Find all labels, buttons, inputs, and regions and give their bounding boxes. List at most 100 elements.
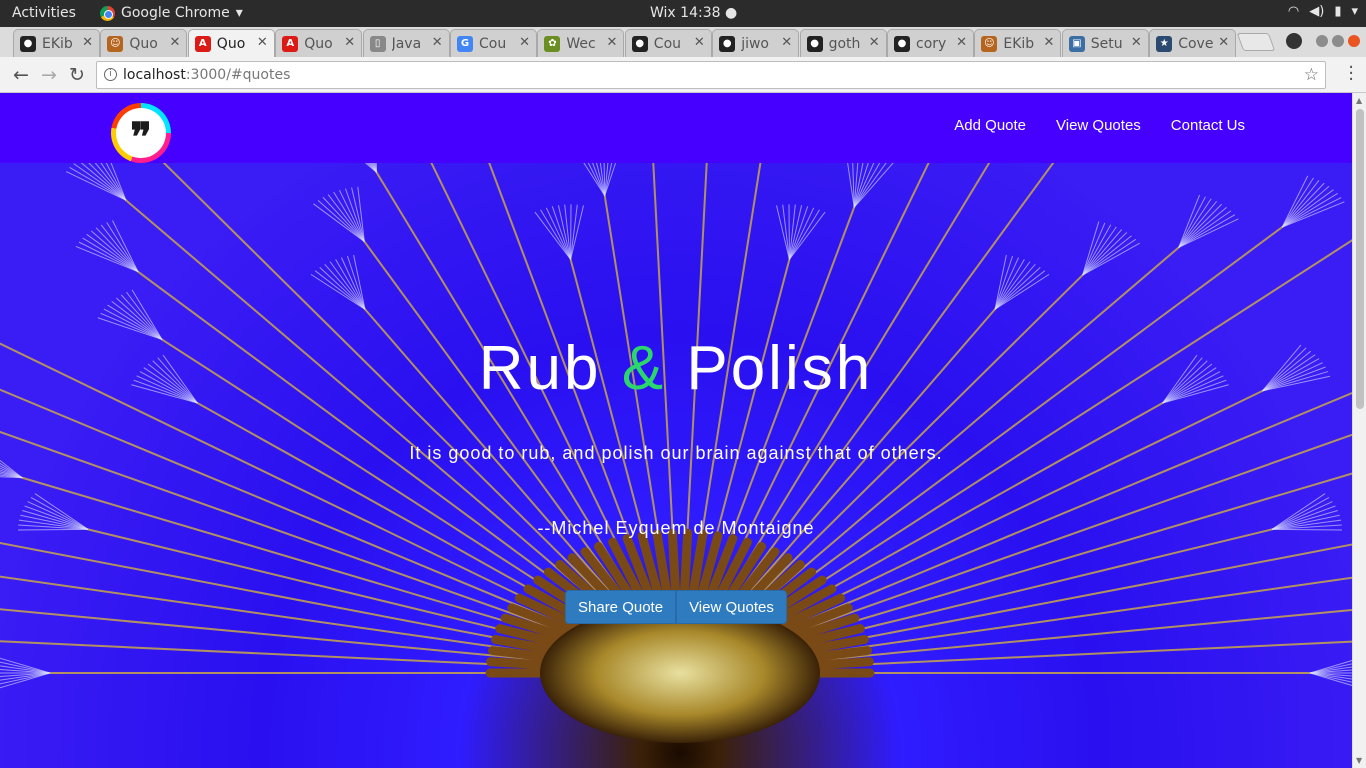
close-tab-icon[interactable]: ✕ [519, 35, 530, 50]
maximize-button[interactable] [1332, 35, 1344, 47]
tab-label: Quo [129, 35, 158, 52]
tab-label: EKib [42, 35, 73, 52]
github-icon: ● [719, 35, 736, 52]
bookmark-star-icon[interactable]: ☆ [1304, 62, 1319, 88]
url-host: localhost [123, 67, 186, 83]
browser-tab[interactable]: ☺ Quo ✕ [100, 29, 188, 57]
quote-mark-icon: ❞ [116, 108, 166, 158]
hero-content: Rub & Polish It is good to rub, and poli… [0, 163, 1352, 768]
browser-tab[interactable]: ● jiwo ✕ [712, 29, 800, 57]
hero-quote: It is good to rub, and polish our brain … [409, 443, 943, 463]
nav-contact-us[interactable]: Contact Us [1171, 117, 1245, 134]
scroll-down-icon[interactable]: ▼ [1356, 756, 1362, 765]
chevron-down-icon: ▾ [1351, 4, 1358, 19]
github-icon: ● [631, 35, 648, 52]
title-part-1: Rub [478, 334, 622, 403]
close-tab-icon[interactable]: ✕ [1043, 35, 1054, 50]
os-top-bar: Activities Google Chrome ▾ Wix 14:38 ● ◠… [0, 0, 1366, 27]
page-scrollbar[interactable]: ▲ ▼ [1352, 93, 1366, 768]
tab-label: Quo [216, 35, 246, 52]
close-window-button[interactable] [1348, 35, 1360, 47]
close-tab-icon[interactable]: ✕ [694, 35, 705, 50]
reload-icon[interactable]: ↻ [65, 63, 89, 87]
browser-tab[interactable]: A Quo ✕ [187, 29, 275, 57]
close-tab-icon[interactable]: ✕ [781, 35, 792, 50]
hero-author: --Michel Eyquem de Montaigne [537, 518, 815, 538]
browser-tab[interactable]: ● cory ✕ [887, 29, 974, 57]
share-quote-button[interactable]: Share Quote [565, 590, 677, 624]
browser-tab[interactable]: ▣ Setu ✕ [1061, 29, 1149, 57]
close-tab-icon[interactable]: ✕ [956, 35, 967, 50]
battery-icon: ▮ [1334, 4, 1342, 19]
close-tab-icon[interactable]: ✕ [1218, 35, 1229, 50]
view-quotes-button[interactable]: View Quotes [676, 590, 787, 624]
tab-label: jiwo [741, 35, 769, 52]
close-tab-icon[interactable]: ✕ [82, 35, 93, 50]
browser-tab[interactable]: G Cou ✕ [450, 29, 537, 57]
page-viewport: Rub & Polish It is good to rub, and poli… [0, 93, 1352, 768]
system-tray[interactable]: ◠ ◀) ▮ ▾ [1288, 4, 1358, 19]
window-controls [1286, 33, 1360, 49]
tab-label: Quo [304, 35, 333, 52]
browser-tab[interactable]: ★ Cove ✕ [1149, 29, 1237, 57]
browser-tab[interactable]: ● EKib ✕ [13, 29, 100, 57]
close-tab-icon[interactable]: ✕ [169, 35, 180, 50]
close-tab-icon[interactable]: ✕ [344, 35, 355, 50]
info-icon[interactable]: i [104, 68, 117, 81]
new-tab-button[interactable] [1236, 33, 1276, 51]
close-tab-icon[interactable]: ✕ [1131, 35, 1142, 50]
scrollbar-thumb[interactable] [1356, 109, 1364, 409]
github-icon: ● [894, 35, 910, 52]
hero-section: Rub & Polish It is good to rub, and poli… [0, 163, 1352, 768]
hero-title: Rub & Polish [0, 333, 1352, 404]
site-navbar: ❞ Add Quote View Quotes Contact Us [0, 93, 1352, 163]
nav-view-quotes[interactable]: View Quotes [1056, 117, 1141, 134]
scroll-up-icon[interactable]: ▲ [1356, 96, 1362, 105]
browser-toolbar: ← → ↻ i localhost:3000/#quotes ☆ · · · [0, 57, 1366, 93]
close-tab-icon[interactable]: ✕ [432, 35, 443, 50]
image-icon: ▣ [1068, 35, 1085, 52]
tab-label: Cove [1178, 35, 1214, 52]
app-menu[interactable]: Google Chrome ▾ [100, 5, 243, 21]
github-icon: ● [20, 35, 36, 52]
tab-strip: ● EKib ✕ ☺ Quo ✕ A Quo ✕ A Quo ✕ ▯ Java ✕ G Cou ✕ ✿ Wec ✕ ● Co… [0, 27, 1366, 57]
volume-icon: ◀) [1309, 4, 1325, 19]
angular-icon: A [194, 35, 211, 52]
back-arrow-icon[interactable]: ← [9, 63, 33, 87]
tab-label: cory [916, 35, 947, 52]
avatar-icon: ☺ [107, 35, 124, 52]
caret-down-icon: ▾ [235, 5, 243, 21]
close-tab-icon[interactable]: ✕ [869, 35, 880, 50]
forward-arrow-icon[interactable]: → [37, 63, 61, 87]
chrome-icon [100, 5, 115, 21]
activities-button[interactable]: Activities [12, 5, 76, 21]
browser-tab[interactable]: ● Cou ✕ [624, 29, 712, 57]
browser-tab[interactable]: ● goth ✕ [799, 29, 887, 57]
close-tab-icon[interactable]: ✕ [606, 35, 617, 50]
address-bar[interactable]: i localhost:3000/#quotes ☆ [96, 61, 1326, 89]
tab-label: Setu [1090, 35, 1123, 52]
plant-icon: ✿ [544, 35, 561, 52]
google-icon: G [457, 35, 473, 52]
menu-kebab-icon[interactable]: · · · [1348, 59, 1354, 89]
hero-button-group: Share Quote View Quotes [565, 590, 787, 624]
tab-label: goth [828, 35, 861, 52]
title-part-2: Polish [666, 334, 874, 403]
tab-label: Cou [479, 35, 507, 52]
close-tab-icon[interactable]: ✕ [257, 35, 268, 50]
profile-icon[interactable] [1286, 33, 1302, 49]
url-path: :3000/#quotes [185, 67, 291, 83]
document-icon: ▯ [369, 35, 386, 52]
tab-label: Cou [653, 35, 682, 52]
title-ampersand: & [621, 334, 667, 403]
browser-tab[interactable]: A Quo ✕ [275, 29, 363, 57]
clock[interactable]: Wix 14:38 ● [650, 5, 737, 21]
site-logo[interactable]: ❞ [111, 103, 171, 163]
browser-tab[interactable]: ▯ Java ✕ [362, 29, 450, 57]
browser-tab[interactable]: ✿ Wec ✕ [537, 29, 625, 57]
github-icon: ● [806, 35, 823, 52]
star-icon: ★ [1156, 35, 1173, 52]
minimize-button[interactable] [1316, 35, 1328, 47]
nav-add-quote[interactable]: Add Quote [954, 117, 1026, 134]
browser-tab[interactable]: ☺ EKib ✕ [974, 29, 1062, 57]
